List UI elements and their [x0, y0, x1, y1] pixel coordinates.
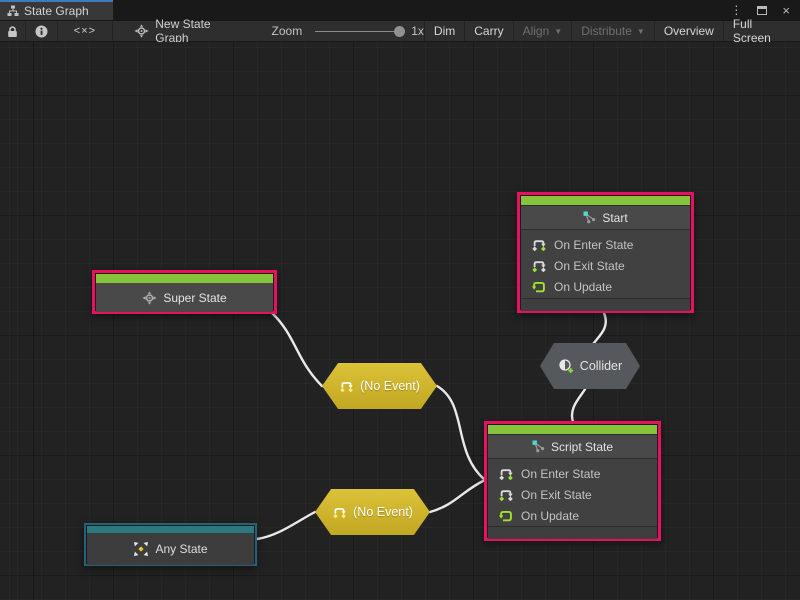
- node-any-state[interactable]: Any State: [84, 523, 257, 566]
- align-button[interactable]: Align ▼: [513, 21, 572, 41]
- graph-hierarchy-icon: [7, 5, 19, 17]
- dim-button[interactable]: Dim: [424, 21, 464, 41]
- node-title: Super State: [163, 291, 226, 305]
- lock-icon: [7, 25, 18, 38]
- event-row[interactable]: On Exit State: [521, 255, 690, 276]
- tab-state-graph[interactable]: State Graph: [0, 0, 113, 20]
- node-transition-2[interactable]: (No Event): [315, 489, 430, 535]
- kebab-menu-icon[interactable]: ⋮: [730, 4, 742, 16]
- node-start[interactable]: Start On Enter State: [517, 192, 694, 313]
- info-button[interactable]: [26, 21, 58, 41]
- node-footer: [521, 298, 690, 311]
- node-title: Any State: [155, 542, 207, 556]
- node-title: Collider: [580, 359, 622, 373]
- event-row[interactable]: On Enter State: [488, 463, 657, 484]
- code-preview-button[interactable]: <×>: [58, 21, 114, 41]
- node-collider[interactable]: Collider: [540, 343, 640, 389]
- state-color-bar: [488, 425, 657, 434]
- event-row[interactable]: On Exit State: [488, 484, 657, 505]
- lock-button[interactable]: [0, 21, 26, 41]
- zoom-slider-track: [315, 31, 403, 32]
- state-color-bar: [521, 196, 690, 205]
- any-state-color-bar: [87, 526, 254, 533]
- distribute-button[interactable]: Distribute ▼: [571, 21, 654, 41]
- event-label: On Exit State: [521, 488, 592, 502]
- maximize-icon[interactable]: [757, 6, 767, 15]
- event-row[interactable]: On Update: [488, 505, 657, 526]
- carry-button[interactable]: Carry: [464, 21, 512, 41]
- gizmo-icon: [134, 24, 149, 38]
- on-update-icon: [531, 279, 547, 295]
- edge-anystate-to-transition2[interactable]: [257, 512, 315, 539]
- zoom-value: 1x: [411, 24, 424, 38]
- transition-event-icon: [339, 379, 354, 394]
- event-label: On Exit State: [554, 259, 625, 273]
- nest-graph-icon: [532, 440, 545, 453]
- node-super-state[interactable]: Super State: [92, 270, 277, 314]
- gizmo-icon: [142, 291, 157, 305]
- overview-button[interactable]: Overview: [654, 21, 723, 41]
- node-title: Start: [602, 211, 627, 225]
- on-exit-state-icon: [531, 258, 547, 274]
- event-row[interactable]: On Enter State: [521, 234, 690, 255]
- title-bar: State Graph ⋮ ×: [0, 0, 800, 20]
- on-enter-state-icon: [531, 237, 547, 253]
- on-update-icon: [498, 508, 514, 524]
- chevron-down-icon: ▼: [554, 27, 562, 36]
- graph-name-label: New State Graph: [155, 17, 246, 45]
- zoom-control: Zoom 1x: [272, 21, 424, 41]
- graph-name: New State Graph: [134, 21, 246, 41]
- close-icon[interactable]: ×: [782, 4, 790, 17]
- nest-graph-icon: [583, 211, 596, 224]
- full-screen-button[interactable]: Full Screen: [723, 21, 800, 41]
- chevron-down-icon: ▼: [637, 27, 645, 36]
- event-label: On Update: [554, 280, 612, 294]
- event-label: On Enter State: [521, 467, 600, 481]
- info-icon: [35, 25, 48, 38]
- zoom-slider-knob[interactable]: [394, 26, 405, 37]
- on-enter-state-icon: [498, 466, 514, 482]
- edge-transition2-to-scriptstate[interactable]: [430, 480, 485, 512]
- event-list: On Enter State On Exit State: [488, 458, 657, 526]
- transition-event-icon: [332, 505, 347, 520]
- edge-transition1-to-scriptstate[interactable]: [437, 386, 485, 480]
- node-start-header[interactable]: Start: [521, 205, 690, 229]
- node-title: Script State: [551, 440, 613, 454]
- code-icon: <×>: [74, 25, 96, 37]
- node-super-state-header[interactable]: Super State: [96, 283, 273, 312]
- toolbar: <×> New State Graph Zoom 1x Dim Carry: [0, 20, 800, 42]
- on-exit-state-icon: [498, 487, 514, 503]
- transition-label: (No Event): [360, 379, 420, 393]
- node-script-state[interactable]: Script State On Enter State: [484, 421, 661, 541]
- zoom-slider[interactable]: [315, 26, 403, 37]
- event-row[interactable]: On Update: [521, 276, 690, 297]
- graph-canvas[interactable]: Start On Enter State: [0, 42, 800, 600]
- transition-label: (No Event): [353, 505, 413, 519]
- node-script-state-header[interactable]: Script State: [488, 434, 657, 458]
- tab-title: State Graph: [24, 4, 89, 18]
- node-footer: [488, 526, 657, 539]
- any-state-icon: [133, 541, 149, 557]
- event-label: On Enter State: [554, 238, 633, 252]
- state-color-bar: [96, 274, 273, 283]
- zoom-label: Zoom: [272, 24, 303, 38]
- edge-superstate-to-transition1[interactable]: [272, 313, 322, 386]
- toolbar-right-group: Dim Carry Align ▼ Distribute ▼ Overview …: [424, 21, 800, 41]
- node-any-state-header[interactable]: Any State: [87, 533, 254, 565]
- node-transition-1[interactable]: (No Event): [322, 363, 437, 409]
- event-label: On Update: [521, 509, 579, 523]
- collider-icon: [558, 358, 574, 374]
- event-list: On Enter State On Exit State: [521, 229, 690, 298]
